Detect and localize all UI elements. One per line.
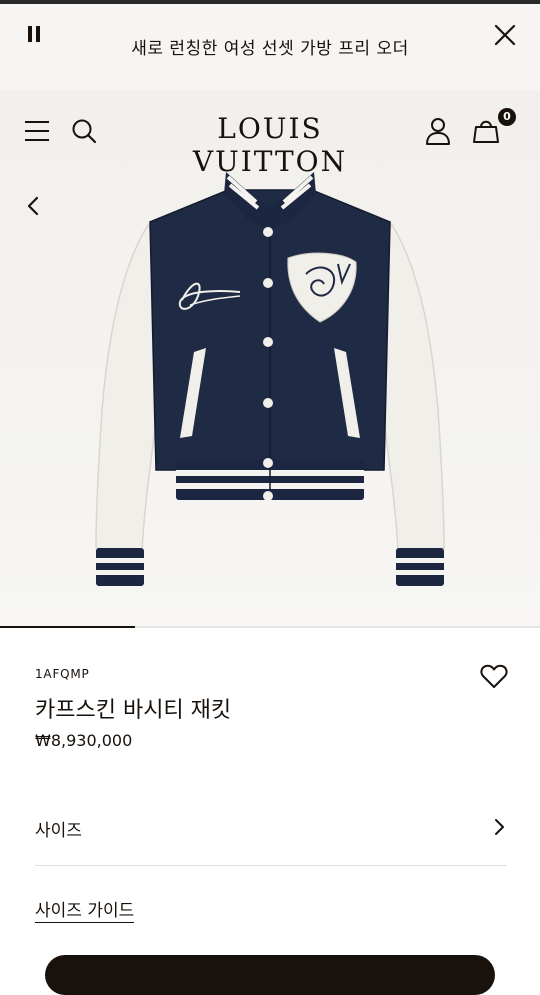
product-image	[95, 172, 445, 586]
cart-count-badge: 0	[498, 108, 516, 126]
menu-icon[interactable]	[24, 120, 50, 142]
size-label: 사이즈	[35, 821, 82, 841]
gallery-progress	[0, 626, 540, 628]
chevron-left-icon[interactable]	[26, 196, 40, 216]
product-image-gallery[interactable]: LOUIS VUITTON 0	[0, 90, 540, 628]
chevron-right-icon	[495, 819, 504, 835]
close-icon[interactable]	[492, 22, 518, 48]
product-sku: 1AFQMP	[35, 667, 90, 681]
gallery-progress-fill	[0, 626, 135, 628]
cart-icon[interactable]	[472, 116, 500, 144]
product-price: ₩8,930,000	[35, 731, 133, 750]
announcement-text[interactable]: 새로 런칭한 여성 선셋 가방 프리 오더	[0, 34, 540, 59]
search-icon[interactable]	[71, 118, 97, 144]
account-icon[interactable]	[425, 117, 451, 145]
announcement-bar: 새로 런칭한 여성 선셋 가방 프리 오더	[0, 4, 540, 90]
heart-icon[interactable]	[480, 663, 508, 689]
size-guide-link[interactable]: 사이즈 가이드	[35, 896, 135, 923]
size-selector[interactable]: 사이즈	[35, 800, 507, 866]
product-name: 카프스킨 바시티 재킷	[35, 698, 232, 723]
add-to-cart-button[interactable]	[45, 955, 495, 995]
